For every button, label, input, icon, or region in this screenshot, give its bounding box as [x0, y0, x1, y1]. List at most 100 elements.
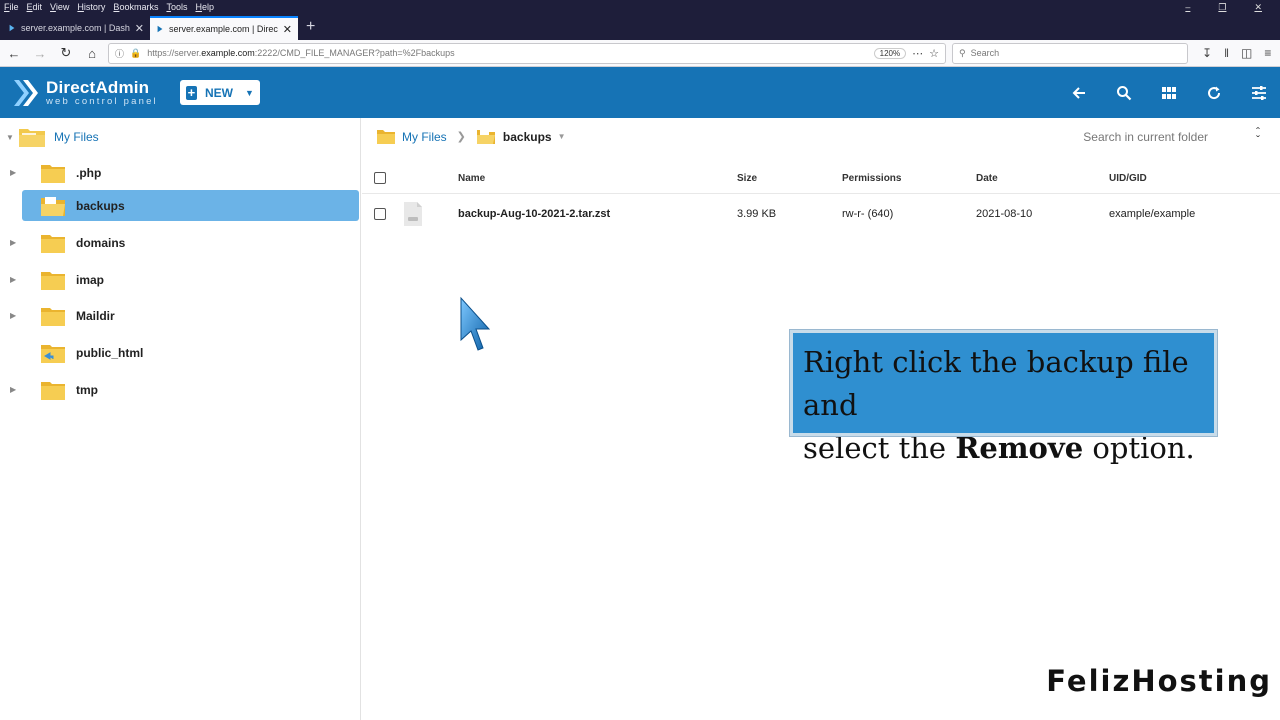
menu-bookmarks[interactable]: Bookmarks [113, 2, 158, 12]
close-window-icon[interactable]: ✕ [1254, 2, 1262, 13]
table-row[interactable]: backup-Aug-10-2021-2.tar.zst 3.99 KB rw-… [362, 199, 1280, 229]
column-size[interactable]: Size [737, 164, 757, 194]
tree-root-my-files[interactable]: ▼ My Files [6, 126, 99, 148]
collapse-icon[interactable]: ˆˇ [1256, 126, 1260, 146]
tree-root-label: My Files [54, 130, 99, 144]
folder-open-icon [41, 196, 65, 216]
row-checkbox[interactable] [374, 208, 386, 220]
reload-icon[interactable]: ↻ [56, 43, 76, 63]
address-bar[interactable]: ⓘ 🔒 https://server.example.com:2222/CMD_… [108, 42, 946, 64]
tab-directadmin[interactable]: server.example.com | DirectAdmin ✕ [150, 16, 298, 40]
new-button[interactable]: + NEW ▼ [179, 80, 260, 105]
url-text[interactable]: https://server.example.com:2222/CMD_FILE… [147, 48, 867, 58]
expand-arrow-icon[interactable]: ▶ [10, 385, 16, 394]
tab-title: server.example.com | Dashboard [21, 23, 130, 33]
menu-view[interactable]: View [50, 2, 69, 12]
menu-history[interactable]: History [77, 2, 105, 12]
search-placeholder: Search [970, 48, 1000, 58]
expand-arrow-icon[interactable]: ▼ [6, 133, 18, 142]
menu-tools[interactable]: Tools [166, 2, 187, 12]
site-info-icon[interactable]: ⓘ [115, 47, 124, 60]
plus-icon: + [185, 85, 197, 100]
expand-arrow-icon[interactable]: ▶ [10, 275, 16, 284]
back-icon[interactable]: ← [4, 43, 24, 63]
expand-arrow-icon[interactable]: ▶ [10, 311, 16, 320]
bookmark-star-icon[interactable]: ☆ [929, 47, 939, 60]
folder-icon [377, 130, 395, 144]
watermark-logo: FelizHosting [1046, 664, 1272, 698]
menu-help[interactable]: Help [195, 2, 214, 12]
menu-file[interactable]: File [4, 2, 19, 12]
tree-item-label: .php [76, 165, 102, 180]
directadmin-logo[interactable]: DirectAdmin web control panel [12, 77, 158, 109]
minimize-icon[interactable]: – [1185, 2, 1190, 12]
download-icon[interactable]: ↧ [1202, 46, 1212, 60]
folder-icon [41, 381, 65, 400]
settings-sliders-icon[interactable] [1249, 83, 1268, 102]
header-actions [1069, 67, 1268, 118]
file-permissions: rw-r- (640) [842, 208, 894, 220]
refresh-icon[interactable] [1204, 83, 1223, 102]
chevron-down-icon[interactable]: ▼ [558, 132, 566, 141]
tab-dashboard[interactable]: server.example.com | Dashboard ✕ [2, 16, 150, 40]
breadcrumb-current[interactable]: backups [503, 130, 552, 144]
archive-file-icon [404, 202, 422, 226]
tree-item-public-html[interactable]: public_html [22, 337, 359, 368]
lock-icon: 🔒 [130, 47, 142, 58]
tree-item-imap[interactable]: ▶ imap [10, 264, 359, 295]
folder-icon [41, 271, 65, 290]
file-name[interactable]: backup-Aug-10-2021-2.tar.zst [458, 199, 610, 229]
menu-edit[interactable]: Edit [27, 2, 43, 12]
tree-item-maildir[interactable]: ▶ Maildir [10, 300, 359, 331]
grid-view-icon[interactable] [1159, 83, 1178, 102]
search-icon[interactable] [1114, 83, 1133, 102]
tree-item-domains[interactable]: ▶ domains [10, 227, 359, 258]
restore-icon[interactable]: ❐ [1218, 2, 1226, 13]
breadcrumb: My Files ❯ backups ▼ [376, 128, 566, 145]
new-button-label: NEW [204, 85, 233, 100]
chevron-right-icon: ❯ [456, 131, 466, 143]
home-icon[interactable]: ⌂ [82, 43, 102, 63]
tree-item-label: imap [76, 272, 105, 287]
chevron-down-icon: ▼ [244, 87, 254, 98]
directadmin-favicon-icon [9, 24, 15, 32]
close-tab-icon[interactable]: ✕ [283, 23, 292, 36]
directadmin-favicon-icon [157, 25, 163, 33]
zoom-level[interactable]: 120% [873, 47, 907, 59]
browser-search-box[interactable]: ⚲ Search [952, 42, 1188, 64]
page-actions-icon[interactable]: ⋯ [912, 47, 923, 60]
breadcrumb-my-files[interactable]: My Files [402, 130, 447, 144]
tree-item-php[interactable]: ▶ .php [10, 157, 359, 188]
sidebar-icon[interactable]: ◫ [1241, 46, 1252, 60]
folder-icon [41, 307, 65, 326]
file-size: 3.99 KB [737, 208, 777, 220]
tree-item-label: Maildir [76, 308, 115, 323]
column-permissions[interactable]: Permissions [842, 164, 901, 194]
close-tab-icon[interactable]: ✕ [135, 22, 144, 35]
browser-menubar: File Edit View History Bookmarks Tools H… [0, 0, 1280, 14]
tree-item-tmp[interactable]: ▶ tmp [10, 374, 359, 405]
table-header: Name Size Permissions Date UID/GID [362, 164, 1280, 194]
tree-item-label: backups [76, 198, 125, 213]
tree-item-backups[interactable]: backups [22, 190, 359, 221]
back-arrow-icon[interactable] [1069, 83, 1088, 102]
browser-toolbar-icons: ↧ ‖ ◫ ≡ [1202, 46, 1271, 60]
folder-tree: ▼ My Files ▶ .php backups ▶ domains ▶ im… [0, 118, 361, 720]
folder-open-icon [19, 129, 45, 147]
app-header: DirectAdmin web control panel + NEW ▼ [0, 67, 1280, 118]
column-date[interactable]: Date [976, 164, 998, 194]
caption-line-2: select the Remove option. [803, 431, 1195, 465]
tree-item-label: public_html [76, 345, 144, 360]
overflow-menu-icon[interactable]: ≡ [1264, 46, 1271, 60]
search-icon: ⚲ [959, 47, 966, 58]
forward-icon[interactable]: → [30, 43, 50, 63]
folder-search-input[interactable]: Search in current folder [1083, 130, 1208, 144]
select-all-checkbox[interactable] [374, 172, 386, 184]
expand-arrow-icon[interactable]: ▶ [10, 238, 16, 247]
library-icon[interactable]: ‖ [1224, 46, 1229, 60]
new-tab-icon[interactable]: + [306, 17, 315, 37]
tree-item-label: tmp [76, 382, 98, 397]
expand-arrow-icon[interactable]: ▶ [10, 168, 16, 177]
column-uid-gid[interactable]: UID/GID [1109, 164, 1147, 194]
column-name[interactable]: Name [458, 164, 485, 194]
